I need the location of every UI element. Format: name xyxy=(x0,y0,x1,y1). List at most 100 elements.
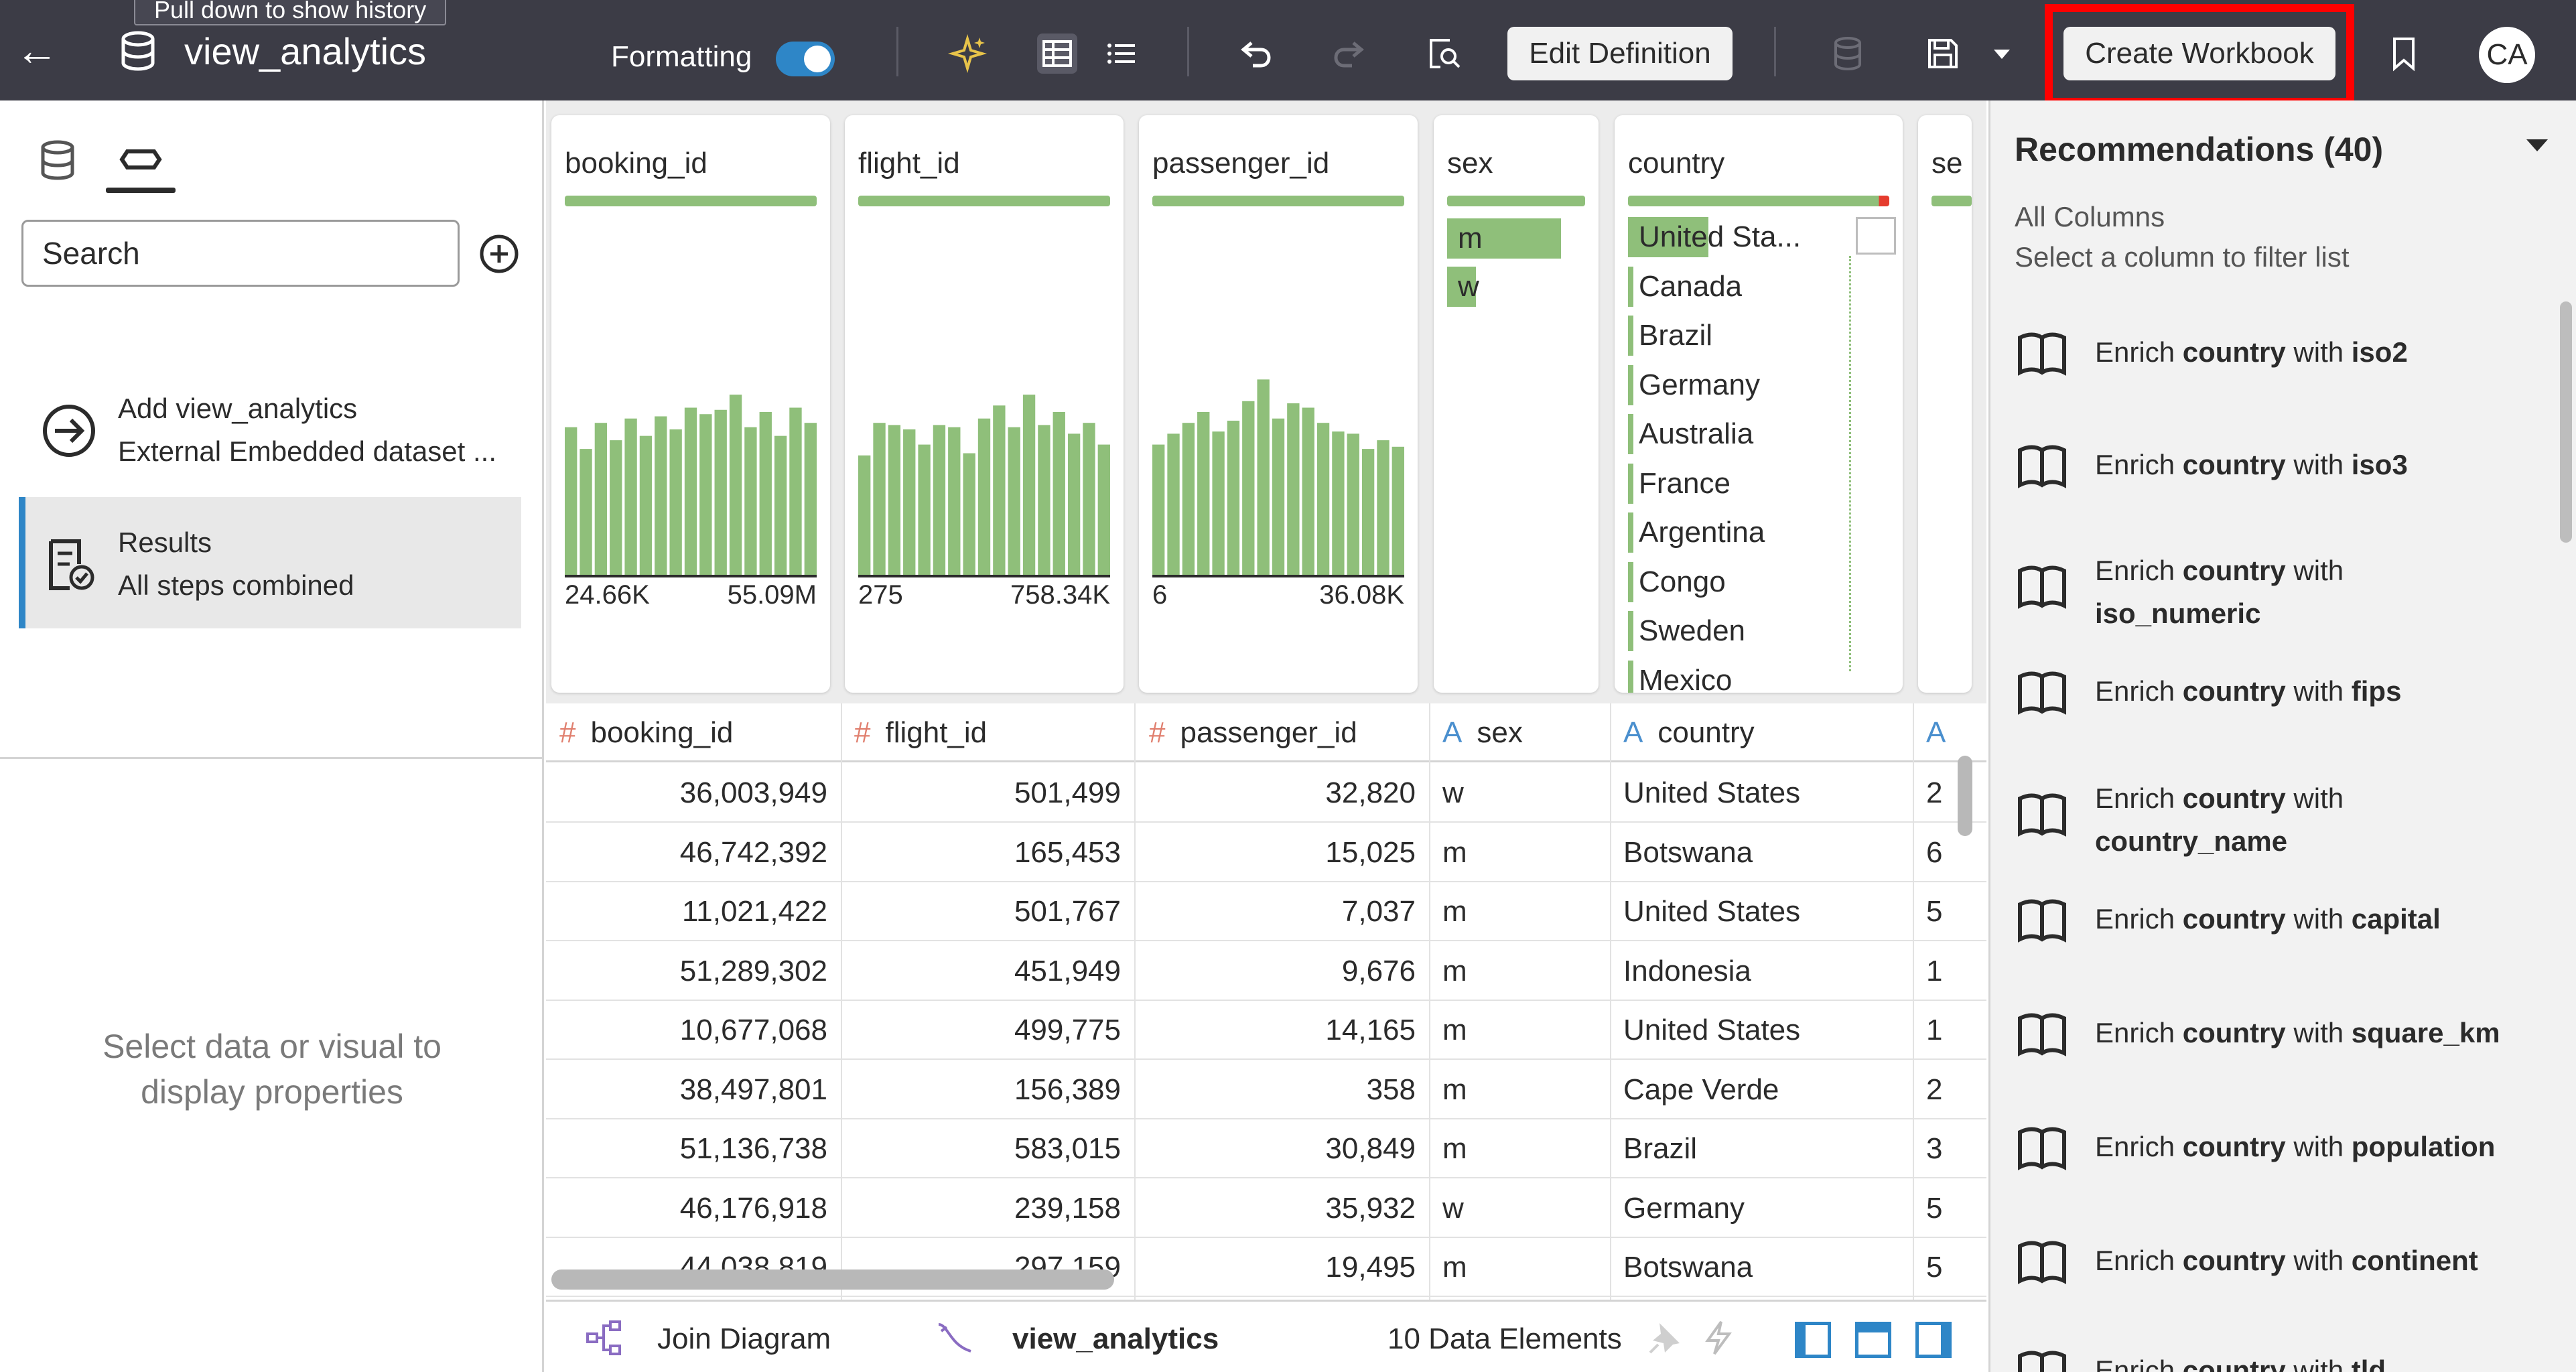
histogram-bar[interactable] xyxy=(903,429,916,575)
table-cell[interactable]: m xyxy=(1442,1238,1603,1297)
table-cell[interactable]: w xyxy=(1442,1179,1603,1238)
table-cell[interactable]: 19,495 xyxy=(1134,1238,1416,1297)
profile-card-booking-id[interactable]: booking_id 24.66K 55.09M xyxy=(551,115,830,693)
histogram-bar[interactable] xyxy=(699,414,712,575)
histogram-bar[interactable] xyxy=(1242,401,1255,575)
edit-definition-button[interactable]: Edit Definition xyxy=(1507,27,1733,80)
table-cell[interactable]: Botswana xyxy=(1623,1238,1905,1297)
table-cell[interactable]: 35,932 xyxy=(1134,1179,1416,1238)
table-cell[interactable]: 156,389 xyxy=(841,1060,1121,1119)
histogram-bar[interactable] xyxy=(580,449,592,575)
table-cell[interactable]: 1 xyxy=(1926,942,1953,1001)
column-header-sex[interactable]: Asex xyxy=(1442,703,1523,762)
table-cell[interactable]: 5 xyxy=(1926,1179,1953,1238)
table-row[interactable]: 51,136,738 583,015 30,849 m Brazil 3 xyxy=(546,1119,1986,1178)
undo-icon[interactable] xyxy=(1234,33,1274,74)
category-bar[interactable]: France xyxy=(1628,462,1849,505)
histogram-bar[interactable] xyxy=(714,409,727,575)
histogram-bar[interactable] xyxy=(858,455,871,575)
join-diagram-icon[interactable] xyxy=(584,1318,624,1358)
table-cell[interactable]: 2 xyxy=(1926,1060,1953,1119)
histogram-bar[interactable] xyxy=(1332,431,1345,575)
histogram-bar[interactable] xyxy=(1302,407,1314,575)
table-cell[interactable]: m xyxy=(1442,882,1603,941)
histogram-bar[interactable] xyxy=(948,427,961,575)
histogram-bar[interactable] xyxy=(759,412,772,575)
redo-icon[interactable] xyxy=(1331,33,1371,74)
profile-card-country[interactable]: country United Sta... Canada Brazil Germany… xyxy=(1615,115,1903,693)
table-row[interactable]: 46,176,918 239,158 35,932 w Germany 5 xyxy=(546,1179,1986,1238)
profile-card-passenger-id[interactable]: passenger_id 6 36.08K xyxy=(1139,115,1418,693)
dataset-curve-icon[interactable] xyxy=(935,1318,975,1358)
histogram-bar[interactable] xyxy=(669,429,682,575)
table-cell[interactable]: m xyxy=(1442,1119,1603,1178)
category-bar[interactable]: Australia xyxy=(1628,413,1849,456)
histogram-bar[interactable] xyxy=(1038,425,1050,575)
formatting-toggle[interactable] xyxy=(776,42,835,76)
category-bar[interactable]: United Sta... xyxy=(1628,216,1849,259)
category-bar[interactable]: Germany xyxy=(1628,364,1849,407)
column-header-partial[interactable]: A xyxy=(1926,703,1960,762)
histogram-bar[interactable] xyxy=(1316,423,1330,575)
table-cell[interactable]: 3 xyxy=(1926,1119,1953,1178)
histogram-bar[interactable] xyxy=(977,418,991,575)
histogram-bar[interactable] xyxy=(873,423,886,575)
category-scroll-thumb[interactable] xyxy=(1856,217,1896,255)
histogram-bar[interactable] xyxy=(1287,403,1300,575)
lightning-icon[interactable] xyxy=(1698,1318,1739,1358)
histogram-bar[interactable] xyxy=(594,423,608,575)
table-cell[interactable]: 5 xyxy=(1926,882,1953,941)
table-cell[interactable]: w xyxy=(1442,764,1603,823)
auto-insights-sparkle-icon[interactable] xyxy=(947,33,988,74)
histogram-bar[interactable] xyxy=(684,407,697,575)
column-header-booking-id[interactable]: # booking_id xyxy=(559,703,733,762)
table-cell[interactable]: 51,289,302 xyxy=(546,942,827,1001)
table-cell[interactable]: 38,497,801 xyxy=(546,1060,827,1119)
table-cell[interactable]: 10,677,068 xyxy=(546,1001,827,1060)
category-bar[interactable]: Sweden xyxy=(1628,610,1849,653)
dataset-tab-label[interactable]: view_analytics xyxy=(1012,1320,1219,1358)
table-cell[interactable]: Indonesia xyxy=(1623,942,1905,1001)
table-view-icon[interactable] xyxy=(1037,33,1077,74)
chevron-down-icon[interactable] xyxy=(2526,139,2548,151)
bookmark-icon[interactable] xyxy=(2384,33,2424,74)
table-cell[interactable]: 451,949 xyxy=(841,942,1121,1001)
table-cell[interactable]: m xyxy=(1442,1060,1603,1119)
table-cell[interactable]: 46,742,392 xyxy=(546,823,827,882)
add-step-plus-icon[interactable] xyxy=(477,232,521,276)
histogram-bar[interactable] xyxy=(1392,446,1404,575)
data-flow-tab-icon[interactable] xyxy=(107,126,174,193)
user-avatar[interactable]: CA xyxy=(2479,27,2535,83)
histogram-bar[interactable] xyxy=(1182,423,1195,575)
profile-card-flight-id[interactable]: flight_id 275 758.34K xyxy=(845,115,1124,693)
column-header-passenger-id[interactable]: # passenger_id xyxy=(1149,703,1357,762)
histogram-bar[interactable] xyxy=(888,425,901,575)
table-cell[interactable]: 51,136,738 xyxy=(546,1119,827,1178)
table-cell[interactable]: m xyxy=(1442,1001,1603,1060)
histogram-bar[interactable] xyxy=(610,440,622,575)
histogram-bar[interactable] xyxy=(729,395,742,575)
histogram-bar[interactable] xyxy=(744,427,757,575)
histogram-bar[interactable] xyxy=(1008,427,1020,575)
table-cell[interactable]: 36,003,949 xyxy=(546,764,827,823)
table-cell[interactable]: 11,021,422 xyxy=(546,882,827,941)
table-cell[interactable]: Germany xyxy=(1623,1179,1905,1238)
table-cell[interactable]: 2 xyxy=(1926,764,1953,823)
table-cell[interactable]: Botswana xyxy=(1623,823,1905,882)
save-options-chevron-down-icon[interactable] xyxy=(1982,33,2022,74)
table-cell[interactable]: 501,499 xyxy=(841,764,1121,823)
table-cell[interactable]: 46,176,918 xyxy=(546,1179,827,1238)
histogram-bar[interactable] xyxy=(1257,379,1270,575)
histogram-bar[interactable] xyxy=(789,407,802,575)
histogram-bar[interactable] xyxy=(1361,449,1375,575)
category-bar-w[interactable]: w xyxy=(1447,265,1585,308)
step-add-dataset[interactable]: Add view_analytics External Embedded dat… xyxy=(19,363,521,494)
histogram-bar[interactable] xyxy=(918,444,931,575)
column-header-flight-id[interactable]: # flight_id xyxy=(854,703,987,762)
table-cell[interactable]: 501,767 xyxy=(841,882,1121,941)
horizontal-scrollbar[interactable] xyxy=(551,1270,1114,1290)
category-bar[interactable]: Congo xyxy=(1628,561,1849,604)
table-row[interactable]: 11,021,422 501,767 7,037 m United States 5 xyxy=(546,882,1986,941)
pin-icon[interactable] xyxy=(1645,1318,1685,1358)
table-row[interactable]: 51,289,302 451,949 9,676 m Indonesia 1 xyxy=(546,942,1986,1001)
